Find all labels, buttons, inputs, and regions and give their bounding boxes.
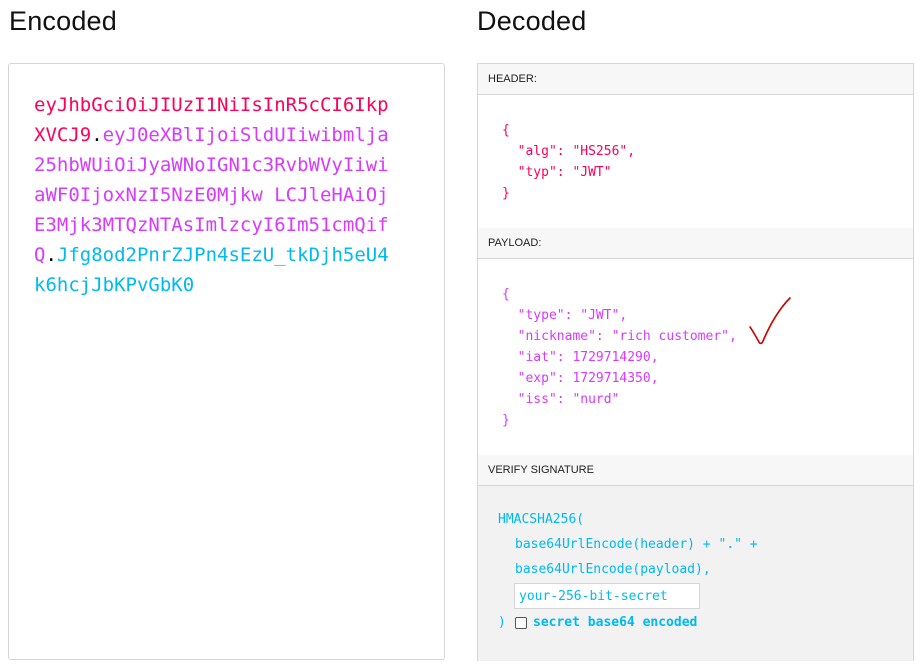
verify-signature-body: HMACSHA256( base64UrlEncode(header) + ".… [478, 486, 913, 661]
header-line-alg: "alg": "HS256", [517, 144, 636, 159]
header-section-label: HEADER: [478, 64, 913, 95]
payload-close-brace: } [502, 413, 510, 428]
token-dot-1: . [91, 124, 103, 146]
payload-open-brace: { [502, 287, 510, 302]
token-dot-2: . [45, 244, 57, 266]
verify-close-paren: ) [498, 615, 506, 630]
secret-base64-checkbox[interactable] [515, 617, 527, 629]
secret-base64-label[interactable]: secret base64 encoded [533, 615, 697, 630]
payload-line-type: "type": "JWT", [517, 308, 628, 323]
secret-input[interactable] [514, 583, 700, 609]
decoded-panel: HEADER: { "alg": "HS256", "typ": "JWT" }… [477, 63, 914, 661]
verify-section-label: VERIFY SIGNATURE [478, 455, 913, 486]
payload-line-iss: "iss": "nurd" [517, 392, 620, 407]
payload-line-exp: "exp": 1729714350, [517, 371, 659, 386]
verify-line-header: base64UrlEncode(header) + "." + [515, 537, 758, 552]
verify-line-payload: base64UrlEncode(payload), [515, 562, 711, 577]
encoded-token-text[interactable]: eyJhbGciOiJIUzI1NiIsInR5cCI6IkpXVCJ9.eyJ… [34, 90, 394, 300]
decoded-title: Decoded [477, 6, 587, 36]
header-close-brace: } [502, 186, 510, 201]
payload-line-nickname: "nickname": "rich customer", [517, 329, 737, 344]
payload-section-label: PAYLOAD: [478, 228, 913, 259]
encoded-token-editor[interactable]: eyJhbGciOiJIUzI1NiIsInR5cCI6IkpXVCJ9.eyJ… [8, 63, 445, 660]
header-line-typ: "typ": "JWT" [517, 165, 612, 180]
token-signature-part: Jfg8od2PnrZJPn4sEzU_tkDjh5eU4k6hcjJbKPvG… [34, 244, 389, 296]
verify-fn-name: HMACSHA256( [498, 512, 585, 527]
header-open-brace: { [502, 123, 510, 138]
header-json-editor[interactable]: { "alg": "HS256", "typ": "JWT" } [502, 120, 635, 204]
payload-line-iat: "iat": 1729714290, [517, 350, 659, 365]
payload-json-editor[interactable]: { "type": "JWT", "nickname": "rich custo… [502, 284, 737, 431]
encoded-title: Encoded [9, 6, 117, 36]
red-checkmark-icon [749, 297, 791, 345]
